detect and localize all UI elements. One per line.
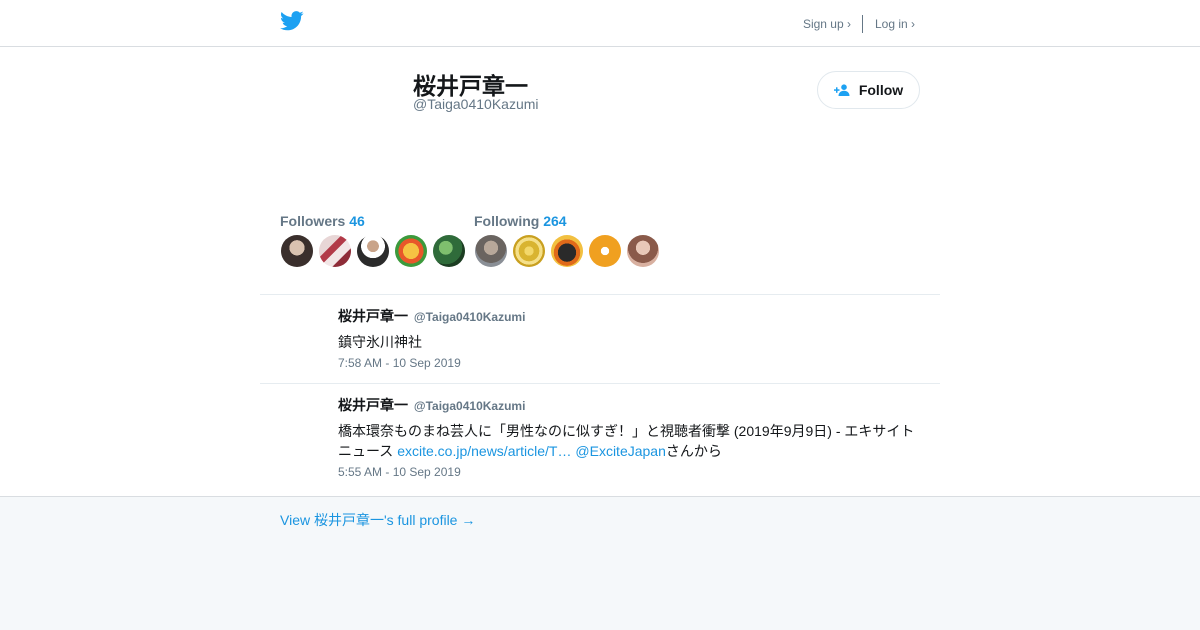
tweet-mention[interactable]: @ExciteJapan: [575, 443, 665, 459]
avatar[interactable]: [589, 235, 621, 267]
view-full-profile-link[interactable]: View 桜井戸章一's full profile →: [280, 510, 475, 530]
followers-count: 46: [349, 213, 365, 229]
tweet-header: 桜井戸章一 @Taiga0410Kazumi: [338, 395, 928, 415]
follow-button[interactable]: Follow: [817, 71, 920, 109]
avatar[interactable]: [357, 235, 389, 267]
profile-handle: @Taiga0410Kazumi: [413, 96, 539, 112]
tweet-header: 桜井戸章一 @Taiga0410Kazumi: [338, 306, 928, 326]
tweet-text-part: さんから: [665, 443, 722, 459]
tweet-text: 橋本環奈ものまね芸人に「男性なのに似すぎ！」と視聴者衝撃 (2019年9月9日)…: [338, 421, 928, 461]
avatar[interactable]: [433, 235, 465, 267]
add-user-icon: [833, 84, 850, 96]
avatar[interactable]: [475, 235, 507, 267]
tweet-author-handle[interactable]: @Taiga0410Kazumi: [414, 399, 526, 413]
following-count: 264: [543, 213, 567, 229]
profile-card: 桜井戸章一 @Taiga0410Kazumi Follow Followers …: [0, 47, 1200, 497]
followers-label: Followers: [280, 213, 346, 229]
followers-stat[interactable]: Followers 46: [280, 213, 365, 229]
log-in-link[interactable]: Log in ›: [875, 17, 915, 31]
divider: [260, 294, 940, 295]
tweet-timestamp[interactable]: 5:55 AM - 10 Sep 2019: [338, 465, 928, 479]
tweet-text: 鎮守氷川神社: [338, 334, 422, 350]
avatar[interactable]: [281, 235, 313, 267]
divider: [260, 383, 940, 384]
followers-avatars: [281, 235, 471, 267]
tweet-timestamp[interactable]: 7:58 AM - 10 Sep 2019: [338, 356, 928, 370]
tweet[interactable]: 桜井戸章一 @Taiga0410Kazumi 橋本環奈ものまね芸人に「男性なのに…: [338, 395, 928, 479]
tweet-author-name[interactable]: 桜井戸章一: [338, 308, 408, 324]
tweet-link[interactable]: excite.co.jp/news/article/T…: [397, 443, 571, 459]
tweet[interactable]: 桜井戸章一 @Taiga0410Kazumi 鎮守氷川神社 7:58 AM - …: [338, 306, 928, 370]
tweet-author-name[interactable]: 桜井戸章一: [338, 397, 408, 413]
avatar[interactable]: [627, 235, 659, 267]
auth-nav: Sign up › Log in ›: [803, 15, 915, 33]
avatar[interactable]: [513, 235, 545, 267]
avatar[interactable]: [551, 235, 583, 267]
tweet-author-handle[interactable]: @Taiga0410Kazumi: [414, 310, 526, 324]
follow-label: Follow: [858, 82, 904, 98]
sign-up-link[interactable]: Sign up ›: [803, 17, 851, 31]
avatar[interactable]: [319, 235, 351, 267]
top-bar: Sign up › Log in ›: [0, 0, 1200, 47]
nav-divider: [861, 15, 863, 33]
avatar[interactable]: [395, 235, 427, 267]
following-label: Following: [474, 213, 540, 229]
following-avatars: [475, 235, 665, 267]
following-stat[interactable]: Following 264: [474, 213, 567, 229]
twitter-bird-icon[interactable]: [280, 11, 304, 31]
